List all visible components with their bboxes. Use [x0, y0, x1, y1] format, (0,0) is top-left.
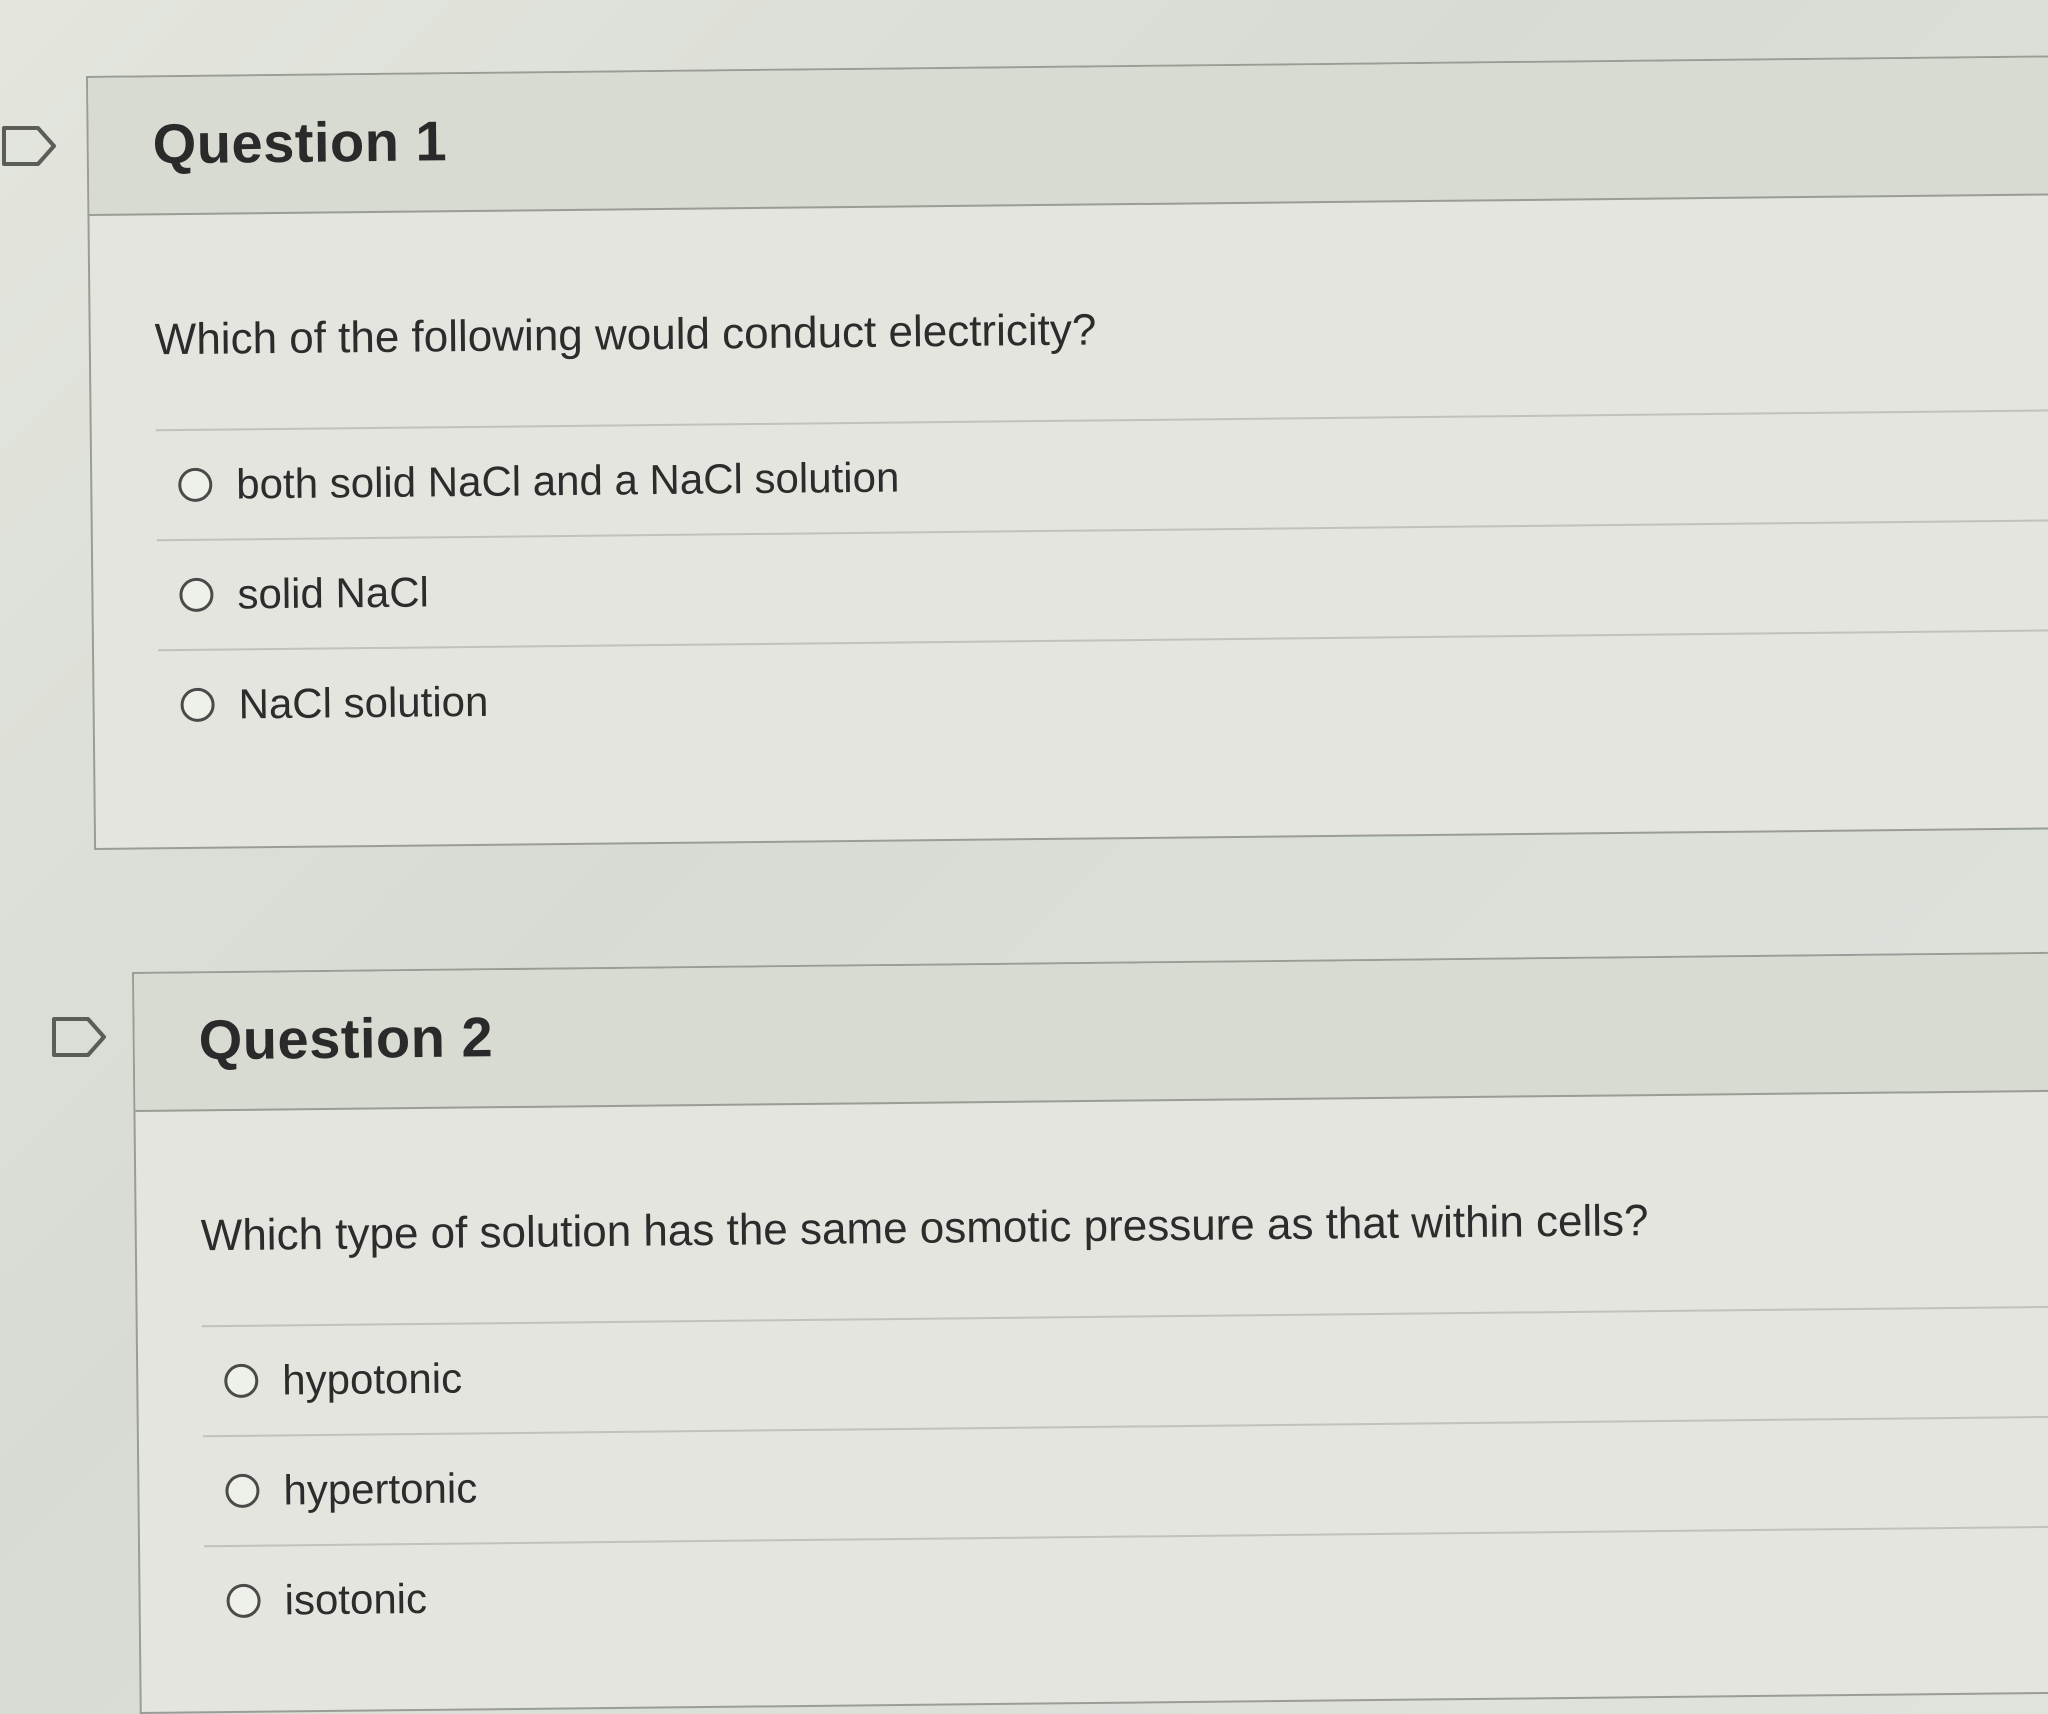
question-title: Question 1 [152, 109, 448, 176]
answer-option[interactable]: hypertonic [202, 1415, 2048, 1546]
answer-list: both solid NaCl and a NaCl solution soli… [155, 409, 2048, 760]
question-text: Which type of solution has the same osmo… [200, 1196, 1649, 1261]
answer-list: hypotonic hypertonic isotonic [201, 1305, 2048, 1656]
answer-option[interactable]: both solid NaCl and a NaCl solution [155, 409, 2048, 540]
answer-label: both solid NaCl and a NaCl solution [236, 453, 900, 508]
question-header: Question 1 [88, 57, 2048, 216]
question-text: Which of the following would conduct ele… [154, 305, 1097, 365]
answer-label: hypotonic [282, 1354, 463, 1404]
answer-option[interactable]: solid NaCl [156, 519, 2048, 650]
radio-button[interactable] [180, 687, 215, 723]
bookmark-flag-icon[interactable] [50, 1015, 108, 1059]
answer-label: isotonic [284, 1574, 428, 1624]
question-card: Question 1 Which of the following would … [86, 55, 2048, 850]
answer-label: NaCl solution [238, 677, 489, 728]
answer-option[interactable]: isotonic [204, 1525, 2048, 1656]
bookmark-flag-icon[interactable] [0, 124, 58, 168]
radio-button[interactable] [225, 1473, 260, 1509]
radio-button[interactable] [226, 1583, 261, 1619]
question-header: Question 2 [134, 953, 2048, 1112]
answer-option[interactable]: hypotonic [201, 1305, 2048, 1436]
radio-button[interactable] [179, 577, 214, 613]
question-card: Question 2 Which type of solution has th… [132, 951, 2048, 1714]
answer-label: hypertonic [283, 1464, 478, 1514]
radio-button[interactable] [224, 1363, 259, 1399]
answer-option[interactable]: NaCl solution [158, 629, 2048, 760]
radio-button[interactable] [178, 467, 213, 503]
question-title: Question 2 [198, 1005, 494, 1072]
answer-label: solid NaCl [237, 568, 430, 618]
